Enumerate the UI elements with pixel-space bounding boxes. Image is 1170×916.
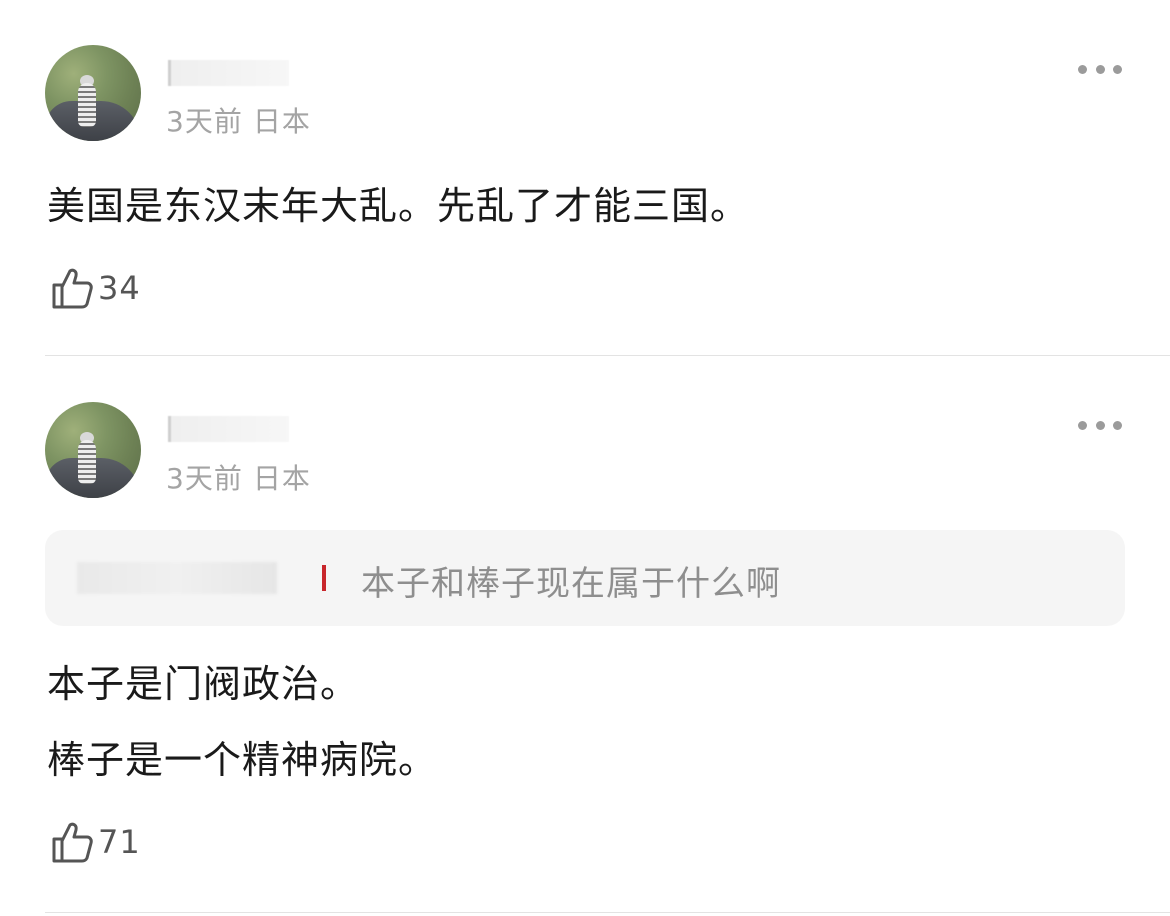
- thumbs-up-icon: [48, 265, 94, 311]
- quoted-reply[interactable]: 本子和棒子现在属于什么啊: [45, 530, 1125, 626]
- comment-item: 3天前 日本 本子和棒子现在属于什么啊 本子是门阀政治。 棒子是一个精神病院。 7…: [0, 356, 1170, 916]
- comment-line: 本子是门阀政治。: [47, 662, 360, 706]
- comment-location: 日本: [252, 462, 311, 495]
- divider: [45, 912, 1170, 913]
- comment-item: 3天前 日本 美国是东汉末年大乱。先乱了才能三国。 34: [0, 0, 1170, 356]
- comment-content: 本子是门阀政治。 棒子是一个精神病院。: [47, 646, 437, 798]
- avatar[interactable]: [45, 402, 141, 498]
- more-dot-icon: [1095, 64, 1105, 74]
- avatar-bird: [78, 440, 96, 484]
- more-options-button[interactable]: [1078, 419, 1122, 431]
- like-button[interactable]: 34: [48, 264, 141, 312]
- more-dot-icon: [1113, 420, 1122, 430]
- like-count: 34: [98, 269, 141, 307]
- avatar-bird: [78, 83, 96, 127]
- comment-location: 日本: [252, 105, 311, 138]
- comment-time: 3天前: [166, 105, 243, 138]
- more-dot-icon: [1078, 64, 1087, 74]
- comment-meta: 3天前 日本: [166, 100, 311, 140]
- comment-line: 棒子是一个精神病院。: [47, 738, 438, 782]
- more-dot-icon: [1078, 420, 1087, 430]
- comment-meta: 3天前 日本: [166, 457, 311, 497]
- comment-time: 3天前: [166, 462, 243, 495]
- quoted-text: 本子和棒子现在属于什么啊: [361, 564, 781, 604]
- comment-content: 美国是东汉末年大乱。先乱了才能三国。: [47, 168, 749, 244]
- thumbs-up-icon: [48, 819, 94, 865]
- more-dot-icon: [1095, 420, 1105, 430]
- quote-accent-bar: [322, 565, 326, 591]
- username-redacted[interactable]: [168, 60, 289, 86]
- comment-line: 美国是东汉末年大乱。先乱了才能三国。: [47, 184, 750, 228]
- like-button[interactable]: 71: [48, 818, 141, 866]
- like-count: 71: [98, 823, 141, 861]
- quoted-username-redacted: [77, 562, 277, 594]
- more-dot-icon: [1113, 64, 1122, 74]
- avatar[interactable]: [45, 45, 141, 141]
- username-redacted[interactable]: [168, 416, 289, 442]
- more-options-button[interactable]: [1078, 63, 1122, 75]
